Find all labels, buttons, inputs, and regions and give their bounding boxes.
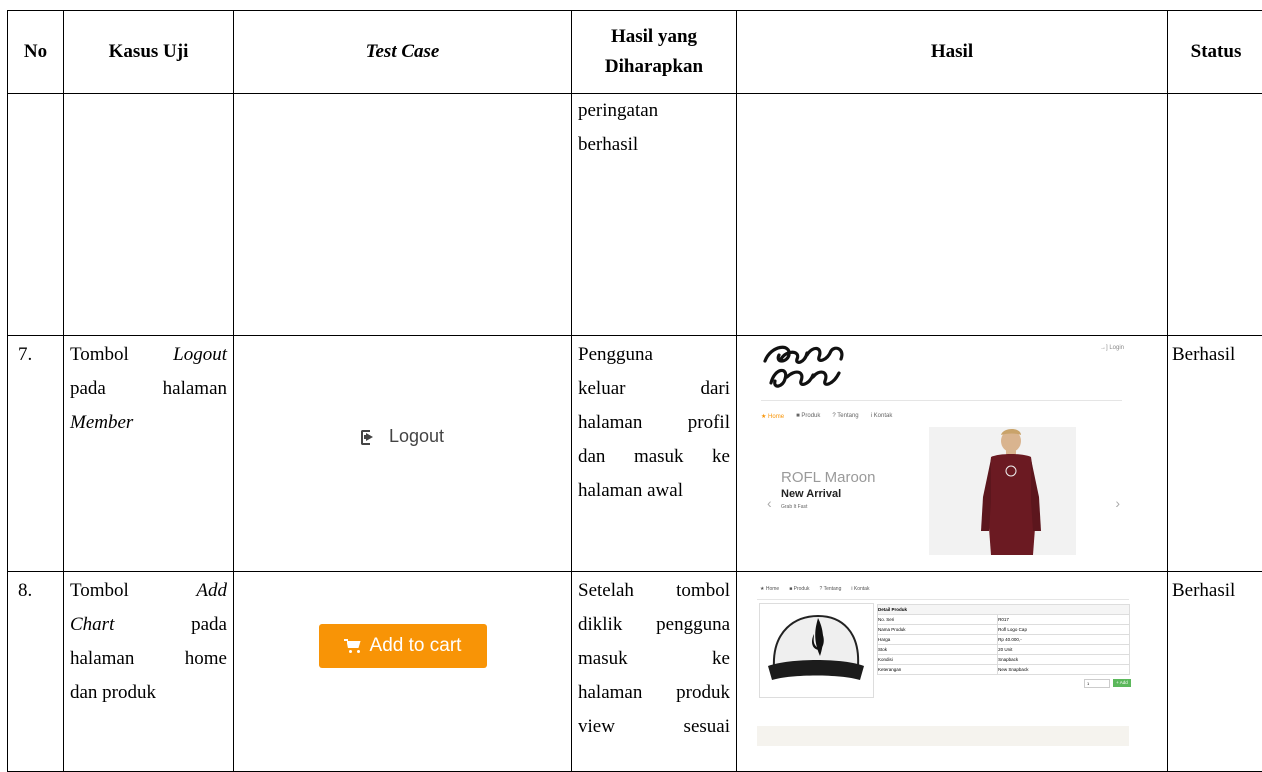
homepage-nav: ★ Home ■ Produk ? Tentang i Kontak [761, 413, 892, 420]
header-kasus-uji: Kasus Uji [64, 11, 234, 94]
table-row-7: 7. Tombol Logout pada halaman Member Log… [8, 336, 1262, 572]
row7-expected: Pengguna keluar dari halaman profil dan … [572, 336, 737, 572]
detail-title: Detail Produk [878, 605, 1130, 615]
kasus-line: Tombol Add [70, 574, 227, 608]
expected-line: diklik pengguna [578, 608, 730, 642]
row8-hasil: ★ Home ■ Produk ? Tentang i Kontak Detai… [737, 572, 1168, 772]
logout-label: Logout [389, 426, 444, 447]
expected-line: masuk ke [578, 642, 730, 676]
row8-test-case: Add to cart [234, 572, 572, 772]
expected-line: dan masuk ke [578, 440, 730, 474]
product-model-image [929, 427, 1076, 555]
kasus-line: Chart pada [70, 608, 227, 642]
carousel-prev-icon[interactable]: ‹ [767, 495, 772, 511]
expected-line: halaman awal [578, 474, 730, 508]
row-number: 7. [8, 336, 63, 372]
nav-home[interactable]: ★ Home [760, 586, 779, 592]
row7-hasil: →] Login ★ Home ■ Produk ? Tentang i Kon… [737, 336, 1168, 572]
table-row: HargaRp 40.000,- [878, 635, 1130, 645]
row7-kasus: Tombol Logout pada halaman Member [64, 336, 234, 572]
header-no: No [8, 11, 64, 94]
nav-home[interactable]: ★ Home [761, 413, 784, 420]
product-detail-screenshot: ★ Home ■ Produk ? Tentang i Kontak Detai… [757, 584, 1137, 754]
status-text: Berhasil [1168, 572, 1262, 608]
row8-kasus: Tombol Add Chart pada halaman home dan p… [64, 572, 234, 772]
cont-expected: peringatan berhasil [572, 94, 737, 336]
cont-status [1168, 94, 1262, 336]
expected-line: Setelah tombol [578, 574, 730, 608]
status-text: Berhasil [1168, 336, 1262, 372]
nav-kontak[interactable]: i Kontak [871, 413, 893, 420]
nav-divider [757, 599, 1129, 600]
row-number: 8. [8, 572, 63, 608]
expected-line: keluar dari [578, 372, 730, 406]
carousel-subtitle: New Arrival [781, 488, 841, 500]
row7-no: 7. [8, 336, 64, 572]
table-row: Nama ProdukRofl Logo Cap [878, 625, 1130, 635]
kasus-line: halaman home [70, 642, 227, 676]
row7-status: Berhasil [1168, 336, 1262, 572]
add-to-cart-button[interactable]: Add to cart [319, 624, 487, 668]
table-row-8: 8. Tombol Add Chart pada halaman home da… [8, 572, 1262, 772]
nav-kontak[interactable]: i Kontak [851, 586, 869, 592]
header-hasil: Hasil [737, 11, 1168, 94]
table-row: No. SeriR017 [878, 615, 1130, 625]
row8-status: Berhasil [1168, 572, 1262, 772]
logout-icon [361, 430, 377, 443]
nav-tentang[interactable]: ? Tentang [832, 413, 858, 420]
header-hasil-diharapkan: Hasil yang Diharapkan [572, 11, 737, 94]
nav-tentang[interactable]: ? Tentang [819, 586, 841, 592]
kasus-line: Member [70, 406, 227, 440]
row8-no: 8. [8, 572, 64, 772]
expected-line: halaman produk [578, 676, 730, 710]
test-results-table: No Kasus Uji Test Case Hasil yang Dihara… [7, 10, 1262, 772]
nav-produk[interactable]: ■ Produk [789, 586, 809, 592]
row8-expected: Setelah tombol diklik pengguna masuk ke … [572, 572, 737, 772]
expected-line: halaman profil [578, 406, 730, 440]
carousel-title: ROFL Maroon [781, 469, 875, 486]
header-status: Status [1168, 11, 1262, 94]
expected-line: Pengguna [578, 338, 730, 372]
nav-produk[interactable]: ■ Produk [796, 413, 820, 420]
table-row-continuation: peringatan berhasil [8, 94, 1262, 336]
quantity-input[interactable]: 1 [1084, 679, 1110, 688]
header-divider [761, 400, 1122, 401]
row7-test-case: Logout [234, 336, 572, 572]
header-row: No Kasus Uji Test Case Hasil yang Dihara… [8, 11, 1262, 94]
product-image [759, 603, 874, 698]
header-hasil-diharapkan-line1: Hasil yang [572, 22, 736, 52]
add-button[interactable]: + Add [1113, 679, 1131, 687]
expected-line: berhasil [578, 128, 730, 162]
cart-icon [344, 639, 362, 653]
cont-test-case [234, 94, 572, 336]
product-detail-table: Detail Produk No. SeriR017 Nama ProdukRo… [877, 604, 1130, 675]
header-test-case: Test Case [234, 11, 572, 94]
table-row: Stok20 Unit [878, 645, 1130, 655]
kasus-line: pada halaman [70, 372, 227, 406]
footer-bar [757, 726, 1129, 746]
table-row: KondisiSnapback [878, 655, 1130, 665]
expected-line: peringatan [578, 94, 730, 128]
cont-hasil [737, 94, 1168, 336]
carousel-next-icon[interactable]: › [1115, 495, 1120, 511]
logout-button[interactable]: Logout [234, 426, 571, 447]
carousel-small-text: Grab It Fast [781, 504, 807, 510]
login-link[interactable]: →] Login [1100, 345, 1124, 351]
kasus-line: dan produk [70, 676, 227, 710]
royal-flush-house-logo [761, 341, 849, 391]
add-to-cart-label: Add to cart [370, 635, 462, 657]
table-row: KeteranganNew Snapback [878, 665, 1130, 675]
expected-line: view sesuai [578, 710, 730, 744]
kasus-line: Tombol Logout [70, 338, 227, 372]
cont-no [8, 94, 64, 336]
homepage-screenshot: →] Login ★ Home ■ Produk ? Tentang i Kon… [749, 339, 1144, 561]
header-hasil-diharapkan-line2: Diharapkan [572, 52, 736, 82]
product-page-nav: ★ Home ■ Produk ? Tentang i Kontak [760, 586, 869, 592]
cont-kasus [64, 94, 234, 336]
